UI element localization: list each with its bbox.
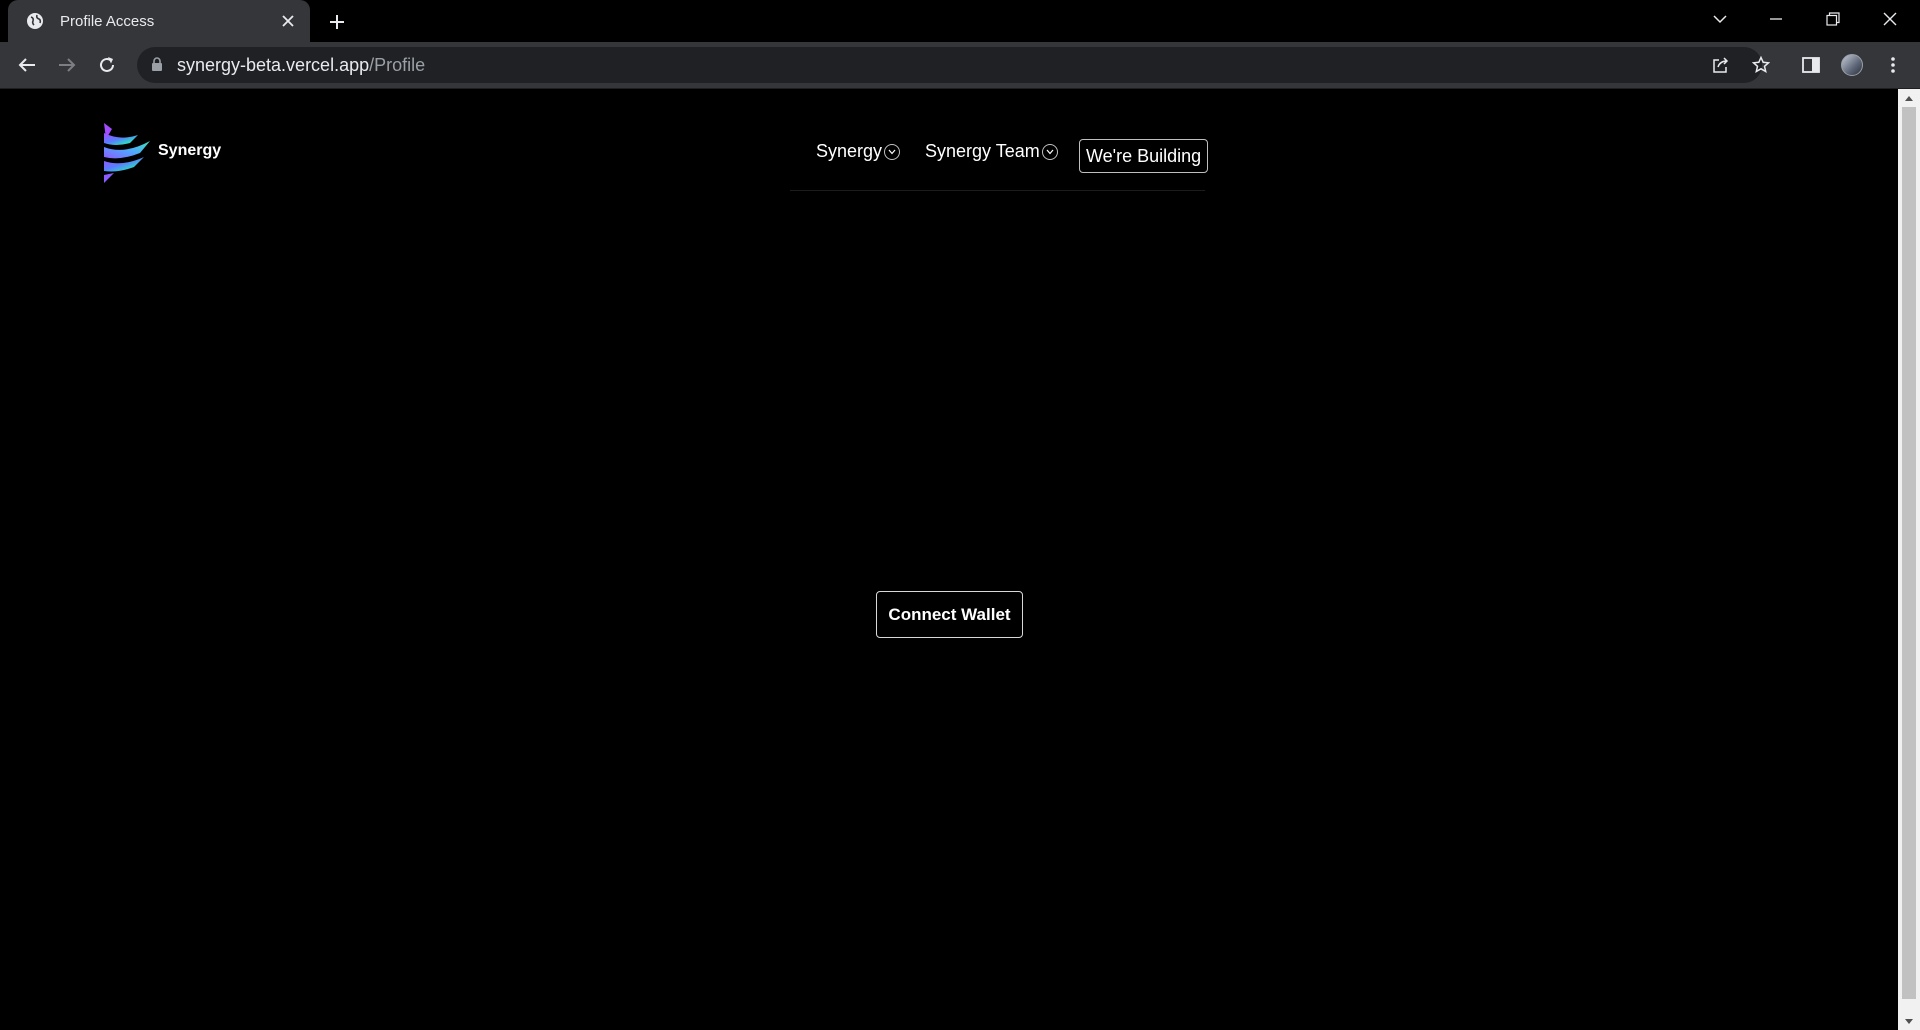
vertical-scrollbar[interactable] xyxy=(1898,89,1920,1030)
nav-synergy-dropdown[interactable]: Synergy xyxy=(816,141,901,162)
scrollbar-thumb[interactable] xyxy=(1902,107,1916,999)
page-viewport: Synergy Synergy Synergy Team We're Build… xyxy=(0,89,1920,1030)
scroll-down-arrow-icon[interactable] xyxy=(1898,1013,1920,1030)
profile-avatar-image xyxy=(1841,54,1863,76)
url-domain: synergy-beta.vercel.app xyxy=(177,55,370,75)
tab-title: Profile Access xyxy=(60,12,155,30)
avatar[interactable] xyxy=(1838,51,1866,79)
nav-synergy-team-label: Synergy Team xyxy=(925,141,1040,161)
close-icon[interactable] xyxy=(278,11,298,31)
reload-icon[interactable] xyxy=(93,51,121,79)
arrow-left-icon[interactable] xyxy=(13,51,41,79)
top-navigation: Synergy Synergy Team We're Building xyxy=(790,89,1209,191)
close-window-icon[interactable] xyxy=(1875,6,1905,32)
lock-icon[interactable] xyxy=(151,57,163,77)
address-bar[interactable]: synergy-beta.vercel.app/Profile xyxy=(137,47,1770,83)
scroll-up-arrow-icon[interactable] xyxy=(1898,89,1920,106)
connect-wallet-button[interactable]: Connect Wallet xyxy=(876,591,1023,638)
browser-tab[interactable]: Profile Access xyxy=(8,0,310,42)
tab-strip: Profile Access xyxy=(0,0,1920,42)
chevron-down-icon xyxy=(884,143,901,160)
nav-synergy-label: Synergy xyxy=(816,141,883,161)
restore-icon[interactable] xyxy=(1818,6,1848,32)
nav-synergy-team-dropdown[interactable]: Synergy Team xyxy=(925,141,1058,162)
minimize-icon[interactable] xyxy=(1761,6,1791,32)
chevron-down-icon[interactable] xyxy=(1705,6,1735,32)
arrow-right-icon[interactable] xyxy=(53,51,81,79)
star-icon[interactable] xyxy=(1750,54,1772,76)
chevron-down-icon xyxy=(1041,143,1058,160)
kebab-menu-icon[interactable] xyxy=(1879,51,1907,79)
url-path: /Profile xyxy=(369,55,426,75)
were-building-button[interactable]: We're Building xyxy=(1079,139,1209,173)
site-logo[interactable]: Synergy xyxy=(100,121,221,185)
browser-toolbar: synergy-beta.vercel.app/Profile xyxy=(0,42,1920,88)
synergy-logo-icon xyxy=(104,123,150,183)
url-text: synergy-beta.vercel.app/Profile xyxy=(177,55,425,76)
side-panel-icon[interactable] xyxy=(1797,51,1825,79)
plus-icon[interactable] xyxy=(324,9,350,35)
share-icon[interactable] xyxy=(1710,54,1732,76)
logo-text: Synergy xyxy=(158,142,222,159)
globe-icon xyxy=(25,11,45,31)
